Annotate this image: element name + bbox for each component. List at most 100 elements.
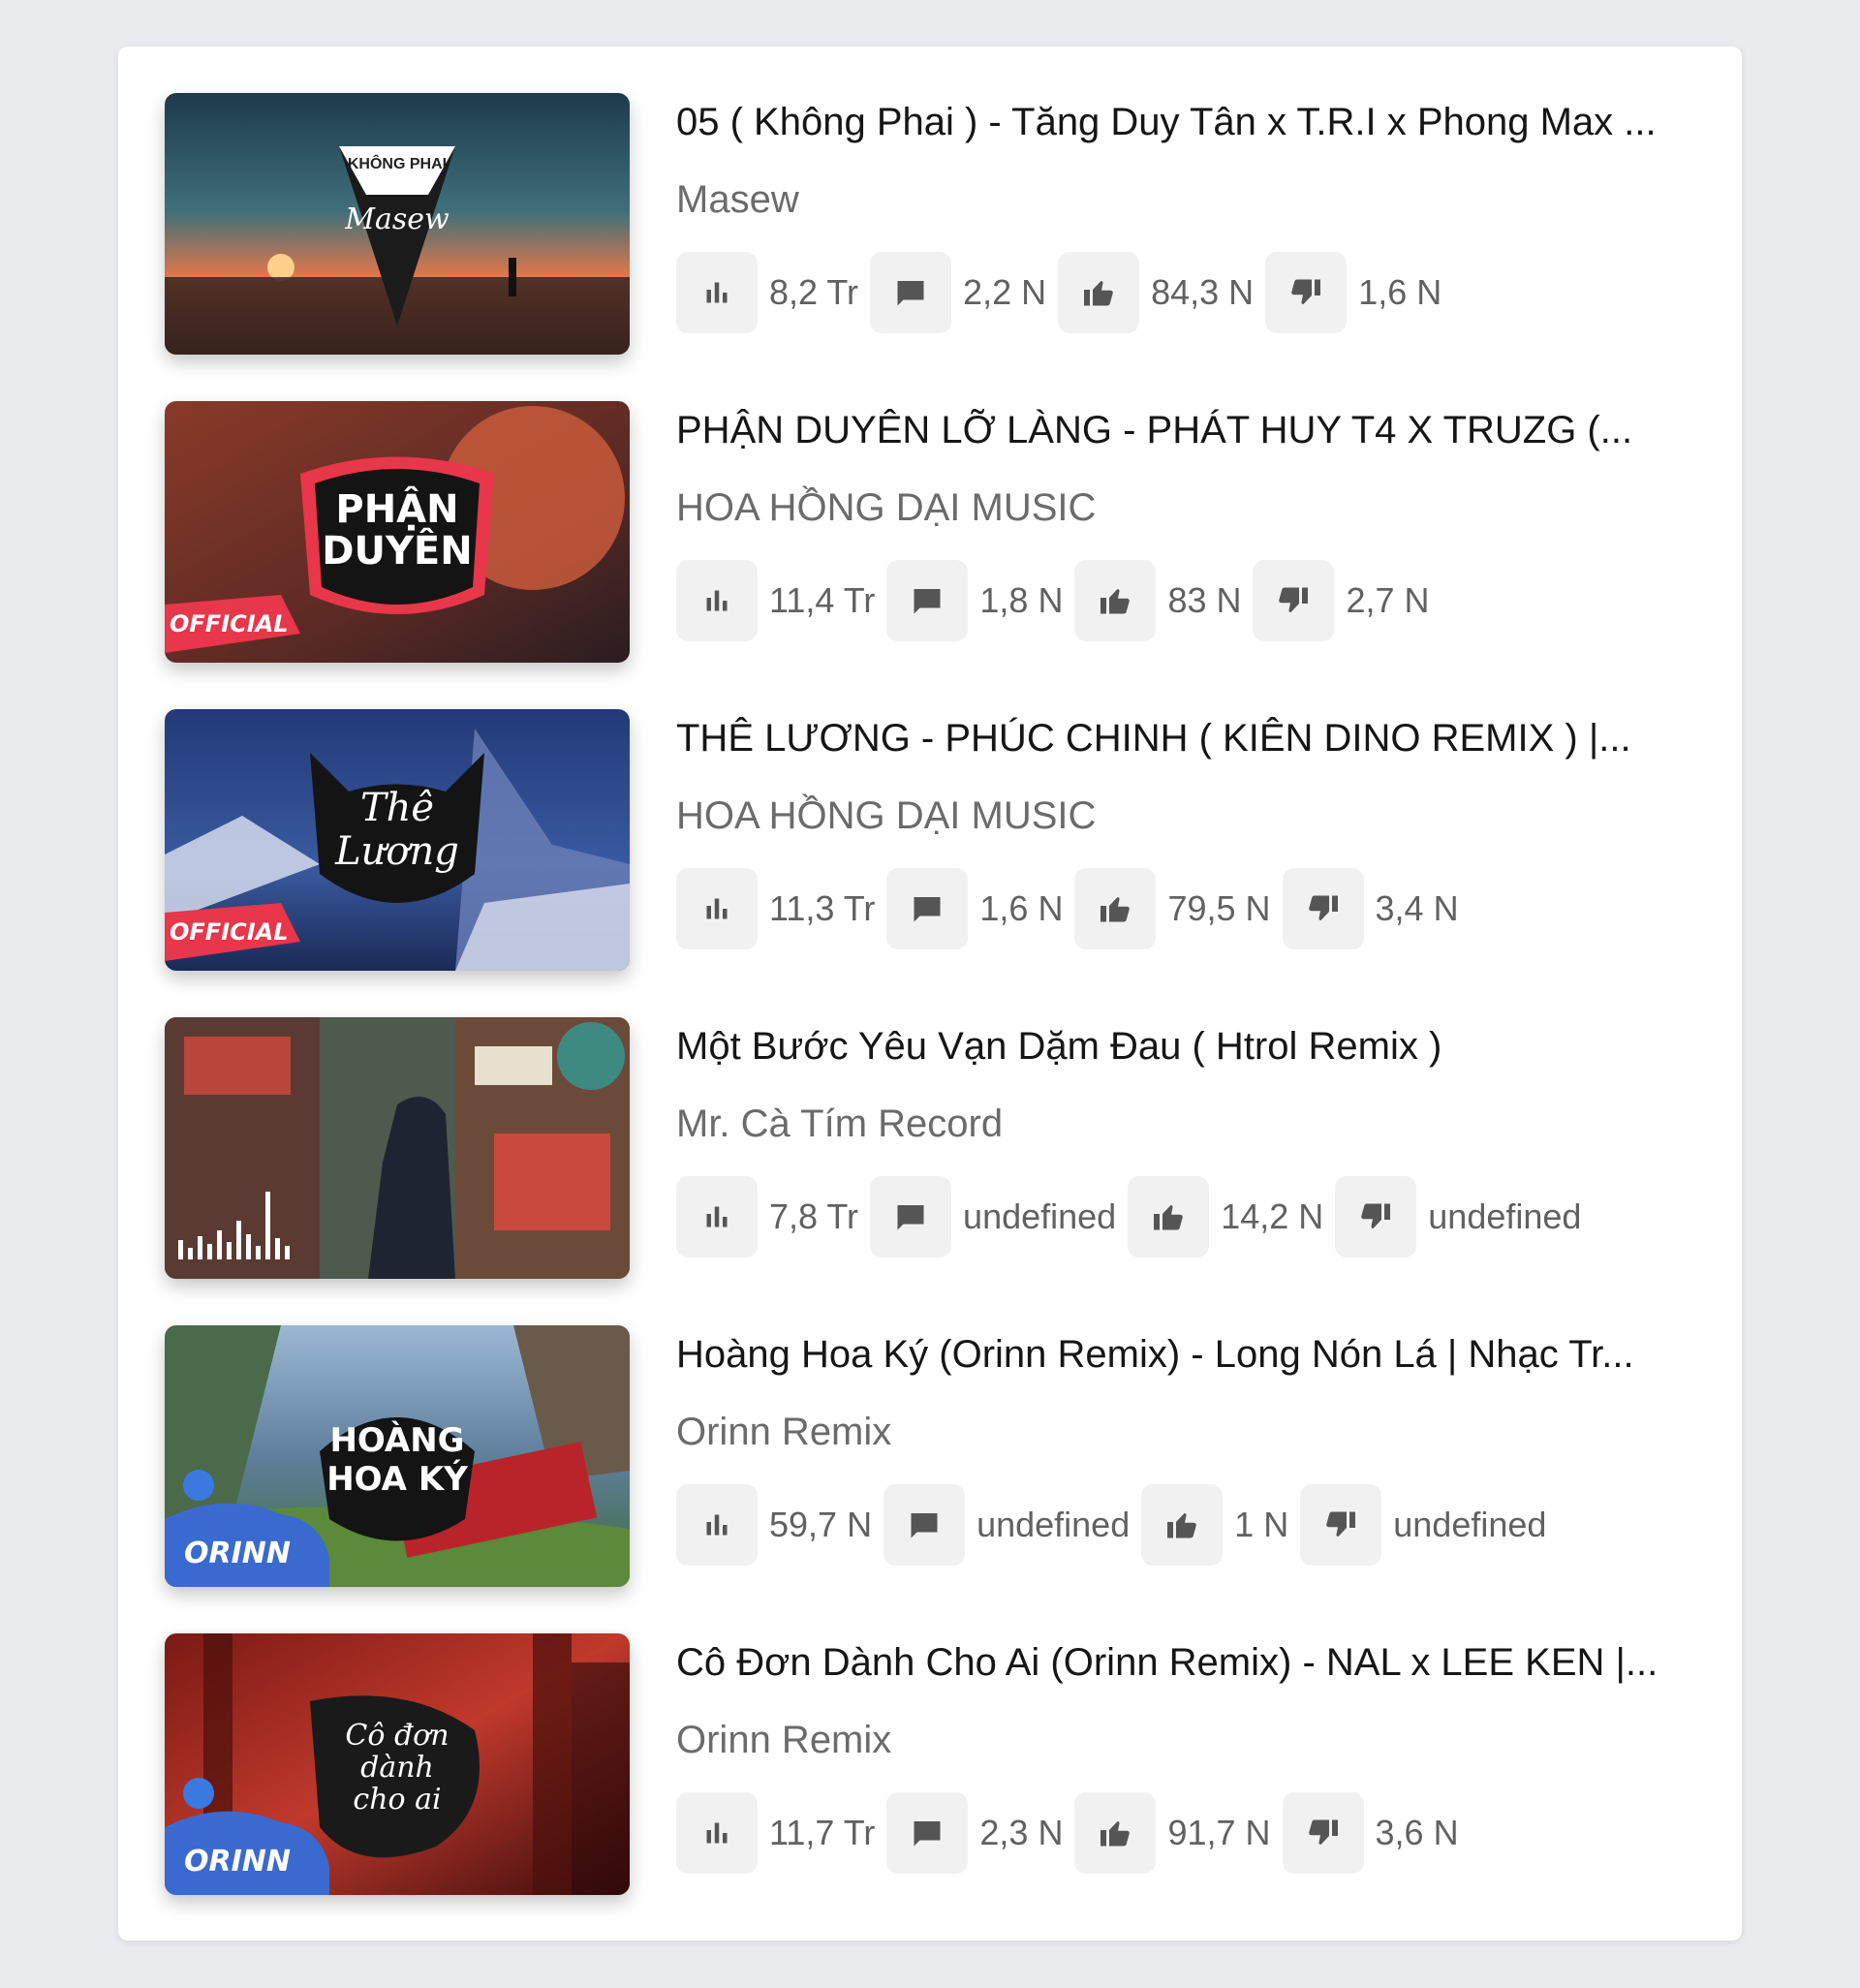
dislike-button[interactable]: [1265, 252, 1348, 333]
video-info: Một Bước Yêu Vạn Dặm Đau ( Htrol Remix )…: [676, 1017, 1705, 1258]
views-button[interactable]: [676, 1484, 758, 1566]
likes-count: 91,7 N: [1167, 1813, 1271, 1852]
views-button[interactable]: [676, 868, 758, 949]
comment-icon: [914, 1821, 941, 1847]
thumbnail-image: Cô đơn dành cho ai ORINN: [165, 1633, 630, 1895]
dislike-button[interactable]: [1282, 1792, 1364, 1874]
bar-chart-icon: [706, 1514, 728, 1536]
video-item[interactable]: Thê Lương OFFICIAL THÊ LƯƠNG - PHÚC CHIN…: [165, 709, 1705, 971]
comments-button[interactable]: [870, 1176, 952, 1258]
video-item[interactable]: KHÔNG PHAI Masew 05 ( Không Phai ) - Tăn…: [165, 93, 1705, 355]
like-button[interactable]: [1074, 560, 1157, 641]
video-title[interactable]: Một Bước Yêu Vạn Dặm Đau ( Htrol Remix ): [676, 1017, 1705, 1073]
video-title[interactable]: THÊ LƯƠNG - PHÚC CHINH ( KIÊN DINO REMIX…: [676, 709, 1705, 765]
thumb-text-2: ORINN: [184, 1537, 291, 1570]
likes-count: 14,2 N: [1221, 1196, 1324, 1236]
bar-chart-icon: [706, 590, 728, 611]
video-title[interactable]: PHẬN DUYÊN LỠ LÀNG - PHÁT HUY T4 X TRUZG…: [676, 401, 1705, 457]
thumb-text-2: cho ai: [353, 1783, 441, 1817]
thumb-text-0: HOÀNG: [329, 1420, 464, 1460]
like-button[interactable]: [1074, 1792, 1157, 1874]
video-thumbnail[interactable]: Thê Lương OFFICIAL: [165, 709, 630, 971]
thumb-text-3: ORINN: [184, 1845, 291, 1879]
like-button[interactable]: [1141, 1484, 1224, 1566]
thumbs-down-icon: [1326, 1511, 1356, 1537]
views-button[interactable]: [676, 1792, 758, 1874]
comment-icon: [911, 1513, 938, 1538]
likes-count: 79,5 N: [1167, 888, 1271, 928]
dislike-button[interactable]: [1282, 868, 1364, 949]
video-title[interactable]: 05 ( Không Phai ) - Tăng Duy Tân x T.R.I…: [676, 93, 1705, 149]
thumb-text-0: Thê: [360, 786, 434, 830]
thumb-text-2: OFFICIAL: [170, 918, 289, 946]
likes-count: 83 N: [1167, 580, 1242, 620]
video-stats: 8,2 Tr 2,2 N 84,3 N 1,6 N: [676, 252, 1705, 333]
video-stats: 59,7 N undefined 1 N undefined: [676, 1484, 1705, 1566]
comment-icon: [897, 1205, 924, 1230]
thumb-text-2: OFFICIAL: [170, 610, 289, 637]
dislikes-count: 3,6 N: [1375, 1813, 1459, 1852]
comments-button[interactable]: [886, 560, 969, 641]
likes-count: 84,3 N: [1151, 272, 1255, 312]
views-button[interactable]: [676, 1176, 758, 1258]
comments-button[interactable]: [886, 868, 969, 949]
video-info: Hoàng Hoa Ký (Orinn Remix) - Long Nón Lá…: [676, 1325, 1705, 1566]
thumb-text-0: Cô đơn: [345, 1719, 449, 1753]
video-thumbnail[interactable]: Cô đơn dành cho ai ORINN: [165, 1633, 630, 1895]
comments-count: 2,3 N: [979, 1813, 1064, 1852]
video-item[interactable]: Cô đơn dành cho ai ORINN Cô Đơn Dành Cho…: [165, 1633, 1705, 1895]
comments-button[interactable]: [886, 1792, 969, 1874]
likes-count: 1 N: [1234, 1505, 1289, 1544]
channel-name[interactable]: Masew: [676, 176, 1705, 223]
thumbnail-image: KHÔNG PHAI Masew: [165, 93, 630, 355]
dislike-button[interactable]: [1253, 560, 1335, 641]
thumbnail-image: PHẬN DUYÊN OFFICIAL: [165, 401, 630, 663]
video-title[interactable]: Cô Đơn Dành Cho Ai (Orinn Remix) - NAL x…: [676, 1633, 1705, 1690]
video-thumbnail[interactable]: HOÀNG HOA KÝ ORINN: [165, 1325, 630, 1587]
comment-icon: [897, 281, 924, 306]
video-info: PHẬN DUYÊN LỠ LÀNG - PHÁT HUY T4 X TRUZG…: [676, 401, 1705, 641]
comments-count: 1,6 N: [979, 888, 1064, 928]
thumbs-down-icon: [1291, 279, 1321, 304]
like-button[interactable]: [1128, 1176, 1210, 1258]
channel-name[interactable]: HOA HỒNG DẠI MUSIC: [676, 792, 1705, 839]
video-item[interactable]: PHẬN DUYÊN OFFICIAL PHẬN DUYÊN LỠ LÀNG -…: [165, 401, 1705, 663]
comments-count: undefined: [963, 1196, 1117, 1236]
like-button[interactable]: [1074, 868, 1157, 949]
video-item[interactable]: Một Bước Yêu Vạn Dặm Đau ( Htrol Remix )…: [165, 1017, 1705, 1279]
video-title[interactable]: Hoàng Hoa Ký (Orinn Remix) - Long Nón Lá…: [676, 1325, 1705, 1382]
thumbs-up-icon: [1167, 1513, 1197, 1538]
bar-chart-icon: [706, 1822, 728, 1844]
thumbs-up-icon: [1100, 589, 1131, 614]
thumbs-down-icon: [1361, 1203, 1391, 1228]
comments-count: 1,8 N: [979, 580, 1064, 620]
comment-icon: [914, 589, 941, 614]
like-button[interactable]: [1058, 252, 1140, 333]
comment-icon: [914, 897, 941, 922]
comments-button[interactable]: [870, 252, 952, 333]
views-button[interactable]: [676, 252, 758, 333]
comments-button[interactable]: [884, 1484, 966, 1566]
bar-chart-icon: [706, 898, 728, 919]
thumbnail-image: Thê Lương OFFICIAL: [165, 709, 630, 971]
dislike-button[interactable]: [1335, 1176, 1417, 1258]
views-button[interactable]: [676, 560, 758, 641]
video-thumbnail[interactable]: KHÔNG PHAI Masew: [165, 93, 630, 355]
views-count: 11,7 Tr: [769, 1813, 876, 1852]
thumb-text-1: Lương: [334, 829, 459, 874]
dislike-button[interactable]: [1300, 1484, 1382, 1566]
channel-name[interactable]: Mr. Cà Tím Record: [676, 1101, 1705, 1147]
video-item[interactable]: HOÀNG HOA KÝ ORINN Hoàng Hoa Ký (Orinn R…: [165, 1325, 1705, 1587]
thumbs-up-icon: [1084, 281, 1113, 306]
video-thumbnail[interactable]: PHẬN DUYÊN OFFICIAL: [165, 401, 630, 663]
thumb-text-1: HOA KÝ: [326, 1459, 468, 1499]
thumbnail-image: HOÀNG HOA KÝ ORINN: [165, 1325, 630, 1587]
channel-name[interactable]: HOA HỒNG DẠI MUSIC: [676, 484, 1705, 531]
video-stats: 7,8 Tr undefined 14,2 N undefined: [676, 1176, 1705, 1258]
video-thumbnail[interactable]: [165, 1017, 630, 1279]
channel-name[interactable]: Orinn Remix: [676, 1717, 1705, 1763]
thumb-text-1: Masew: [344, 202, 450, 236]
dislikes-count: 3,4 N: [1375, 888, 1459, 928]
thumb-text-0: KHÔNG PHAI: [348, 154, 447, 172]
channel-name[interactable]: Orinn Remix: [676, 1409, 1705, 1455]
